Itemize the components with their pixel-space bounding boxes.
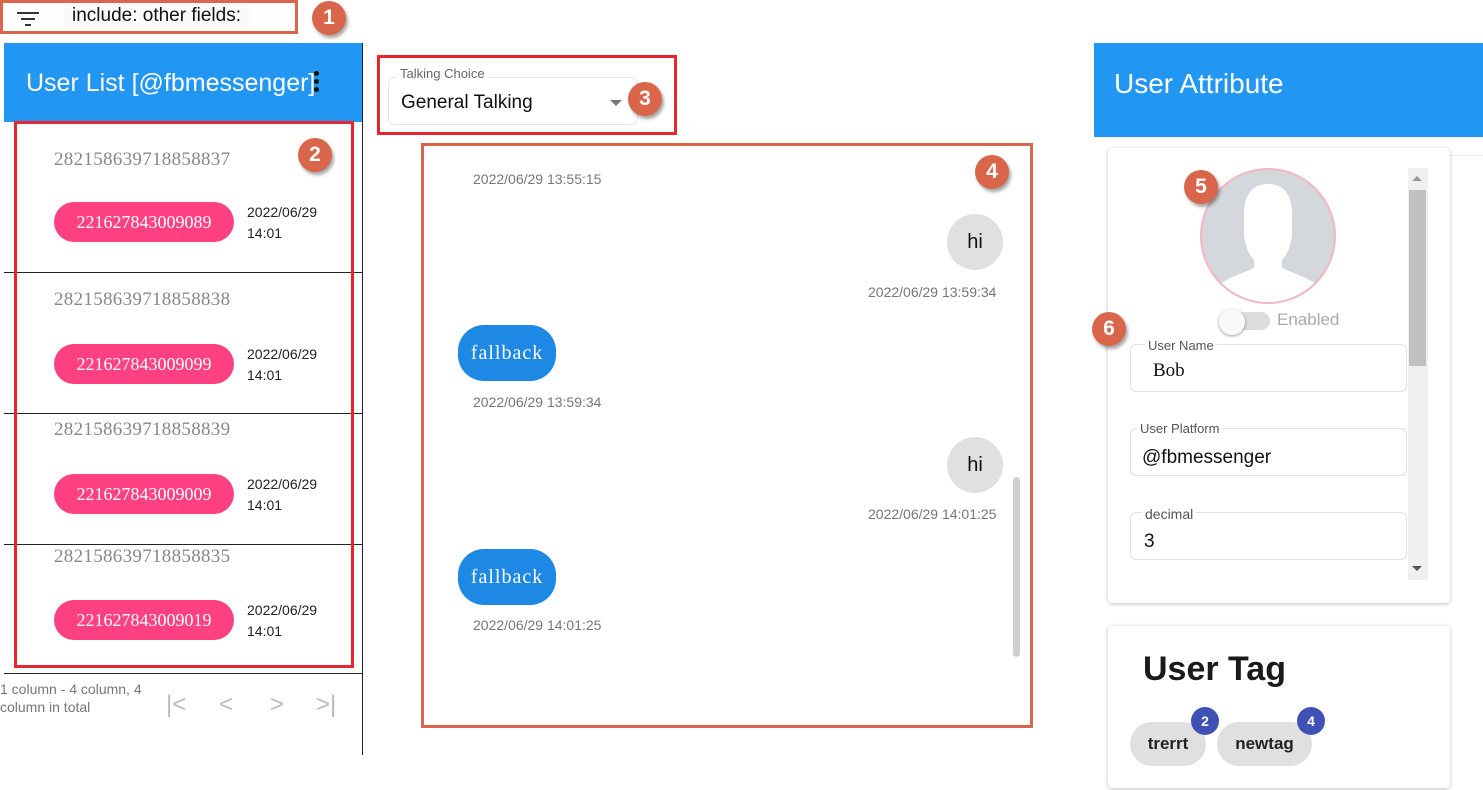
decimal-value[interactable]: 3 [1144,531,1155,553]
next-page-button[interactable]: > [270,690,284,720]
talking-choice-value[interactable]: General Talking [401,92,533,114]
message-timestamp: 2022/06/29 14:01:25 [473,617,602,633]
default-user-avatar-icon[interactable] [1200,168,1336,304]
chat-scrollbar[interactable] [1013,477,1020,657]
user-tag-title: User Tag [1143,650,1286,688]
toggle-thumb[interactable] [1219,309,1245,335]
chat-history[interactable] [421,143,1033,728]
filter-text[interactable]: include: other fields: [64,4,249,30]
divider [1450,155,1483,156]
toggle-label: Enabled [1277,310,1340,329]
decimal-label: decimal [1142,506,1197,522]
user-attribute-title: User Attribute [1114,68,1284,99]
message-timestamp: 2022/06/29 14:01:25 [868,506,997,522]
user-platform-value[interactable]: @fbmessenger [1142,447,1271,469]
user-list-title: User List [@fbmessenger] [26,69,316,97]
tag-count-badge: 4 [1297,707,1325,735]
annotation-marker-4: 4 [975,155,1009,189]
talking-choice-label: Talking Choice [396,66,489,81]
tag-chip[interactable]: newtag [1217,722,1312,766]
user-message-bubble: hi [947,437,1003,493]
annotation-marker-6: 6 [1092,312,1126,346]
annotation-marker-1: 1 [312,1,346,35]
bot-message-bubble: fallback [458,549,556,605]
panel-divider [362,43,363,755]
user-platform-label: User Platform [1137,421,1223,436]
prev-page-button[interactable]: < [219,690,233,720]
annotation-marker-5: 5 [1184,170,1218,204]
bot-message-bubble: fallback [458,325,556,381]
dropdown-arrow-icon[interactable] [610,100,622,106]
scroll-down-arrow-icon[interactable] [1412,566,1422,571]
annotation-marker-3: 3 [628,82,662,116]
user-list-header: User List [@fbmessenger] [4,43,362,122]
pagination-summary: 1 column - 4 column, 4 column in total [0,681,142,715]
scroll-up-arrow-icon[interactable] [1412,176,1422,181]
first-page-button[interactable]: |< [166,690,186,720]
pager-divider [4,673,362,674]
more-vert-icon[interactable] [314,71,320,95]
user-list-highlight [14,121,354,668]
message-timestamp: 2022/06/29 13:59:34 [868,284,997,300]
last-page-button[interactable]: >| [316,690,336,720]
user-name-label: User Name [1145,338,1217,353]
message-timestamp: 2022/06/29 13:59:34 [473,394,602,410]
attribute-scrollbar-thumb[interactable] [1409,190,1426,366]
user-message-bubble: hi [947,214,1003,270]
message-timestamp: 2022/06/29 13:55:15 [473,171,602,187]
tag-count-badge: 2 [1191,707,1219,735]
annotation-marker-2: 2 [298,138,332,172]
filter-list-icon[interactable] [16,10,40,28]
user-name-value[interactable]: Bob [1153,360,1185,382]
